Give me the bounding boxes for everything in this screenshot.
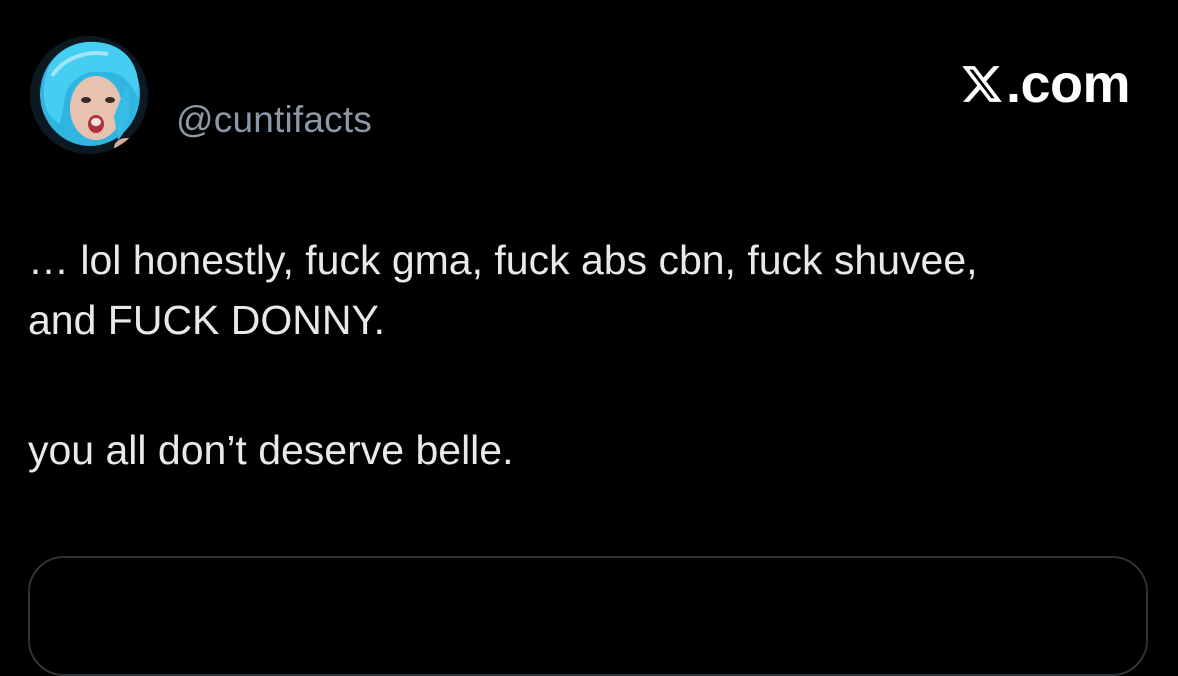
tweet-line: and FUCK DONNY. [28, 297, 385, 343]
avatar[interactable] [30, 36, 148, 154]
brand-logo: .com [960, 54, 1131, 114]
tweet-container: @cuntifacts .com … lol honestly, fuck gm… [0, 0, 1178, 676]
tweet-paragraph: you all don’t deserve belle. [28, 427, 514, 473]
user-handle[interactable]: @cuntifacts [176, 98, 372, 142]
brand-domain: .com [1005, 54, 1131, 114]
tweet-paragraph: … lol honestly, fuck gma, fuck abs cbn, … [28, 230, 1148, 350]
avatar-image [30, 36, 148, 154]
tweet-text: … lol honestly, fuck gma, fuck abs cbn, … [28, 230, 1148, 480]
x-logo-icon [962, 66, 1002, 102]
tweet-line: … lol honestly, fuck gma, fuck abs cbn, … [28, 237, 978, 283]
quoted-card[interactable] [28, 556, 1148, 676]
